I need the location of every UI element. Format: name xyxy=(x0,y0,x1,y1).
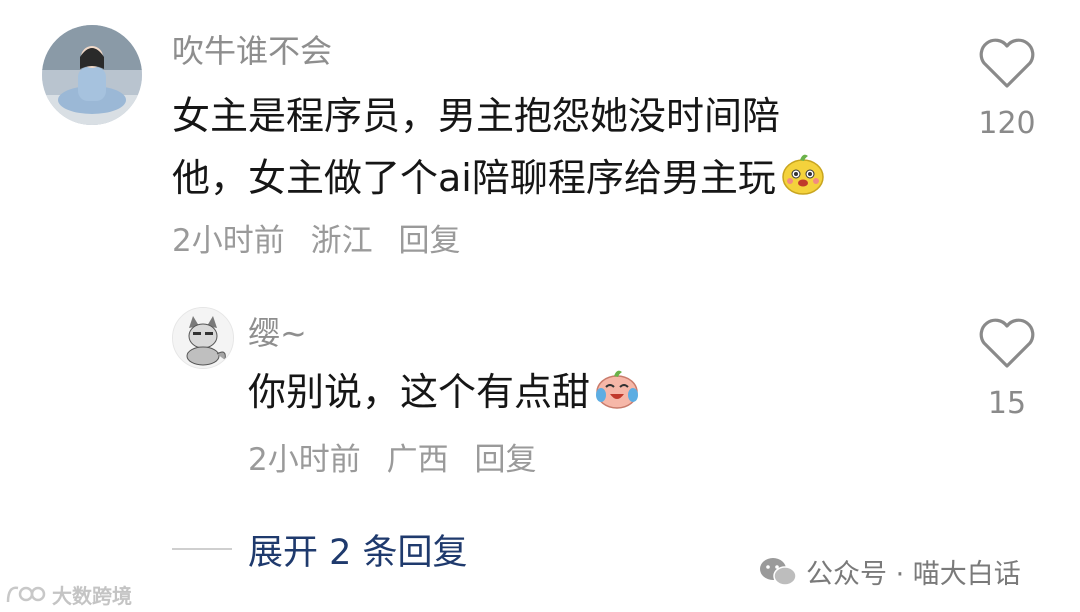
wolf-character-avatar-image xyxy=(173,308,233,368)
commenter-username[interactable]: 吹牛谁不会 xyxy=(172,26,332,72)
dashu-logo-icon xyxy=(6,586,46,602)
comment-text: 女主是程序员，男主抱怨她没时间陪 他，女主做了个ai陪聊程序给男主玩 xyxy=(172,88,892,213)
comment-like-button[interactable]: 120 xyxy=(962,32,1052,142)
laughing-crying-face-emoji xyxy=(592,362,642,427)
comment-text-line-1: 女主是程序员，男主抱怨她没时间陪 xyxy=(172,94,781,138)
comment-time: 2小时前 xyxy=(172,223,285,259)
wechat-watermark: 公众号 · 喵大白话 xyxy=(758,552,1021,591)
commenter-avatar[interactable] xyxy=(42,25,142,125)
dashu-logo-watermark: 大数跨境 xyxy=(4,580,132,609)
replier-avatar[interactable] xyxy=(172,307,234,369)
heart-outline-icon xyxy=(979,318,1035,368)
expand-replies-button[interactable]: 展开 2 条回复 xyxy=(248,524,468,575)
comment-like-count: 120 xyxy=(978,106,1036,141)
reply-reply-button[interactable]: 回复 xyxy=(474,442,536,478)
comment-text-line-2: 他，女主做了个ai陪聊程序给男主玩 xyxy=(172,148,892,213)
reply-time: 2小时前 xyxy=(248,442,361,478)
reply-like-count: 15 xyxy=(987,386,1027,421)
comment-location: 浙江 xyxy=(310,223,373,259)
wechat-account-name: 公众号 · 喵大白话 xyxy=(806,559,1021,590)
reply-like-button[interactable]: 15 xyxy=(962,312,1052,422)
comment-meta: 2小时前 浙江 回复 xyxy=(172,215,476,260)
dashu-logo-text: 大数跨境 xyxy=(52,584,132,608)
heart-outline-icon xyxy=(979,38,1035,88)
expand-divider-line xyxy=(172,548,232,550)
reply-meta: 2小时前 广西 回复 xyxy=(248,434,552,479)
yellow-blob-face-emoji xyxy=(778,148,828,213)
person-meditating-avatar-image xyxy=(42,25,142,125)
reply-text-line: 你别说，这个有点甜 xyxy=(248,362,848,427)
wechat-icon xyxy=(760,557,797,586)
reply-location: 广西 xyxy=(386,442,449,478)
reply-text: 你别说，这个有点甜 xyxy=(248,370,591,414)
replier-username[interactable]: 缨~ xyxy=(248,308,307,354)
comment-reply-button[interactable]: 回复 xyxy=(398,223,460,259)
